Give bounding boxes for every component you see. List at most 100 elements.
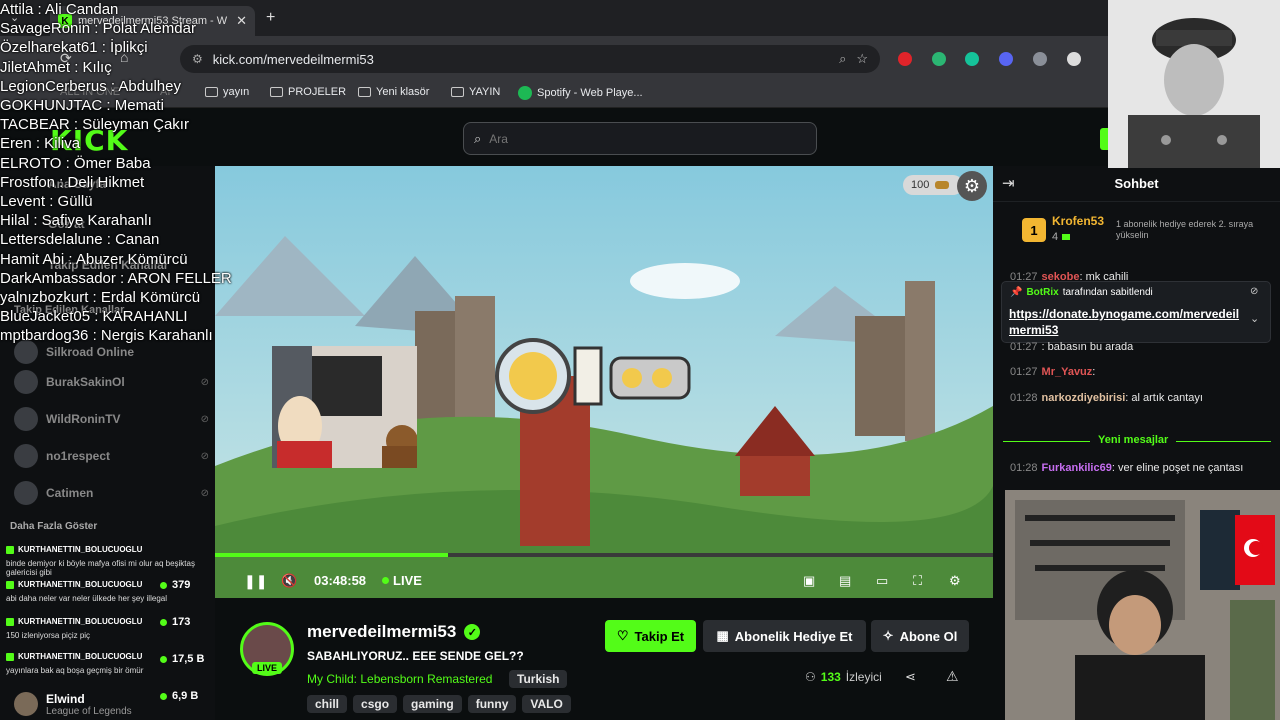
gift-leaderboard-note: 1 abonelik hediye ederek 2. sıraya yükse… <box>1116 219 1254 240</box>
folder-icon <box>270 87 283 97</box>
search-icon: ⌕ <box>474 130 482 146</box>
sidebar-channel-catimen[interactable]: Catimen ⊘ <box>14 479 209 507</box>
viewer-count: 6,9 B <box>160 690 198 702</box>
bookmark-yayin-2[interactable]: YAYIN <box>451 86 500 98</box>
verified-icon: ✓ <box>464 624 481 640</box>
top-gifter-name[interactable]: Krofen53 <box>1052 214 1104 228</box>
star-icon: ✧ <box>882 628 894 643</box>
coin-counter: 100 <box>903 175 963 195</box>
search-input[interactable] <box>489 131 790 146</box>
overlay-name-line: mptbardog36 : Nergis Karahanlı <box>0 327 213 345</box>
bookmark-spotify[interactable]: Spotify - Web Playe... <box>518 86 643 100</box>
mute-button[interactable]: 🔇 <box>281 573 297 589</box>
search-box[interactable]: ⌕ <box>463 122 817 155</box>
heart-icon: ♡ <box>616 628 629 643</box>
gift-icon <box>1062 234 1071 240</box>
bookmark-star-icon[interactable]: ☆ <box>856 51 868 67</box>
sidebar-channel-no1respect[interactable]: no1respect ⊘ <box>14 442 209 470</box>
chat-notification: KURTHANETTIN_BOLUCUOGLU binde demiyor ki… <box>6 545 195 577</box>
login-button-edge[interactable] <box>1100 128 1108 150</box>
discord-icon[interactable] <box>999 52 1013 66</box>
overlay-name-line: Frostfon : Deli Hikmet <box>0 173 145 191</box>
expand-pinned-icon[interactable]: ⌄ <box>1250 312 1259 325</box>
live-badge: LIVE <box>252 662 283 674</box>
streamer-webcam <box>272 346 418 468</box>
chat-message: 01:28 narkozdiyebirisi: al artık cantayı <box>1010 392 1203 404</box>
badge-icon <box>6 652 14 661</box>
stream-time: 03:48:58 <box>314 573 367 588</box>
overlay-name-line: Eren : Kiliva <box>0 135 81 153</box>
chat-message: 01:27 Mr_Yavuz: <box>1010 366 1096 378</box>
bookmark-yeni-klasor[interactable]: Yeni klasör <box>358 86 429 98</box>
overlay-name-line: SavageRonin : Polat Alemdar <box>0 20 196 38</box>
language-tag[interactable]: Turkish <box>509 670 568 688</box>
pinned-header: 📌 BotRix tarafından sabitlendi <box>1010 287 1153 298</box>
tag-list: chill csgo gaming funny VALO <box>307 695 577 713</box>
sidebar-channel-wildronintv[interactable]: WildRoninTV ⊘ <box>14 405 209 433</box>
chat-header: Sohbet <box>993 166 1280 202</box>
pause-button[interactable]: ❚❚ <box>244 573 267 590</box>
gift-count: 4 <box>1052 231 1071 243</box>
tag[interactable]: funny <box>467 695 517 713</box>
rank-badge: 1 <box>1022 218 1046 242</box>
subscribe-button[interactable]: ✧ Abone Ol <box>871 620 969 652</box>
stream-category[interactable]: My Child: Lebensborn Remastered <box>307 672 492 686</box>
unpin-icon[interactable]: ⊘ <box>1250 286 1258 297</box>
streamer-name[interactable]: mervedeilmermi53 ✓ <box>307 622 481 642</box>
viewer-count: 17,5 B <box>160 653 204 665</box>
address-bar[interactable]: ⚙ kick.com/mervedeilmermi53 ⌕ ☆ <box>180 45 880 73</box>
tag[interactable]: VALO <box>522 695 571 713</box>
avatar <box>14 407 38 431</box>
overlay-name-line: Özelharekat61 : İplikçi <box>0 39 148 57</box>
theater-mode-icon[interactable]: ▭ <box>876 573 888 589</box>
overlay-name-line: BlueJacket05 : KARAHANLI <box>0 308 188 326</box>
overlay-name-line: Levent : Güllü <box>0 193 93 211</box>
follow-button[interactable]: ♡ Takip Et <box>605 620 696 652</box>
tag[interactable]: gaming <box>403 695 462 713</box>
new-messages-label: Yeni mesajlar <box>1090 434 1177 446</box>
show-more-link[interactable]: Daha Fazla Göster <box>10 521 97 532</box>
spotify-icon <box>518 86 532 100</box>
miniplayer-icon[interactable]: ▣ <box>803 573 815 589</box>
extension-green-icon[interactable] <box>932 52 946 66</box>
settings-icon[interactable]: ⚙ <box>949 573 961 589</box>
chat-message: 01:27: babasın bu arada <box>1010 341 1134 353</box>
badge-icon <box>6 580 14 589</box>
tag[interactable]: chill <box>307 695 348 713</box>
clip-icon[interactable]: ▤ <box>839 573 851 589</box>
tag[interactable]: csgo <box>353 695 398 713</box>
overlay-name-line: GOKHUNJTAC : Memati <box>0 97 164 115</box>
gift-sub-button[interactable]: ▦ Abonelik Hediye Et <box>703 620 866 652</box>
sidebar-channel-buraksakinol[interactable]: BurakSakinOl ⊘ <box>14 368 209 396</box>
avatar <box>14 692 38 716</box>
avatar <box>14 370 38 394</box>
overlay-name-line: Hamit Abi : Abuzer Kömürcü <box>0 250 188 268</box>
fullscreen-icon[interactable]: ⛶ <box>913 573 922 589</box>
overlay-name-line: Hilal : Safiye Karahanlı <box>0 212 152 230</box>
live-indicator[interactable]: LIVE <box>382 573 422 588</box>
pinned-link[interactable]: https://donate.bynogame.com/mervedeilmer… <box>1009 306 1244 338</box>
report-icon[interactable]: ⚠ <box>946 668 959 685</box>
progress-fill <box>215 553 449 557</box>
pin-icon: 📌 <box>1010 287 1023 298</box>
overlay-name-line: DarkAmbassador : ARON FELLER <box>0 269 232 287</box>
stream-title: SABAHLIYORUZ.. EEE SENDE GEL?? <box>307 649 524 663</box>
viewer-count: 379 <box>160 579 190 591</box>
bookmark-projeler[interactable]: PROJELER <box>270 86 346 98</box>
overlay-names-list: Attila : Ali Candan SavageRonin : Polat A… <box>0 0 270 346</box>
zoom-icon[interactable]: ⌕ <box>839 51 846 67</box>
badge-icon <box>6 617 14 626</box>
offline-icon: ⊘ <box>200 487 209 499</box>
live-dot-icon <box>160 655 167 663</box>
live-dot-icon <box>160 618 167 626</box>
share-icon[interactable]: ⋖ <box>905 669 916 685</box>
users-icon: ⚇ <box>805 670 816 684</box>
diamond-extension-icon[interactable] <box>1067 52 1081 66</box>
shield-extension-icon[interactable] <box>1033 52 1047 66</box>
grammarly-icon[interactable] <box>965 52 979 66</box>
guest-webcam <box>1005 490 1280 720</box>
badge-icon <box>6 545 14 554</box>
video-progress-bar[interactable] <box>215 553 993 557</box>
game-settings-icon[interactable]: ⚙ <box>957 171 987 201</box>
extension-red-icon[interactable] <box>898 52 912 66</box>
